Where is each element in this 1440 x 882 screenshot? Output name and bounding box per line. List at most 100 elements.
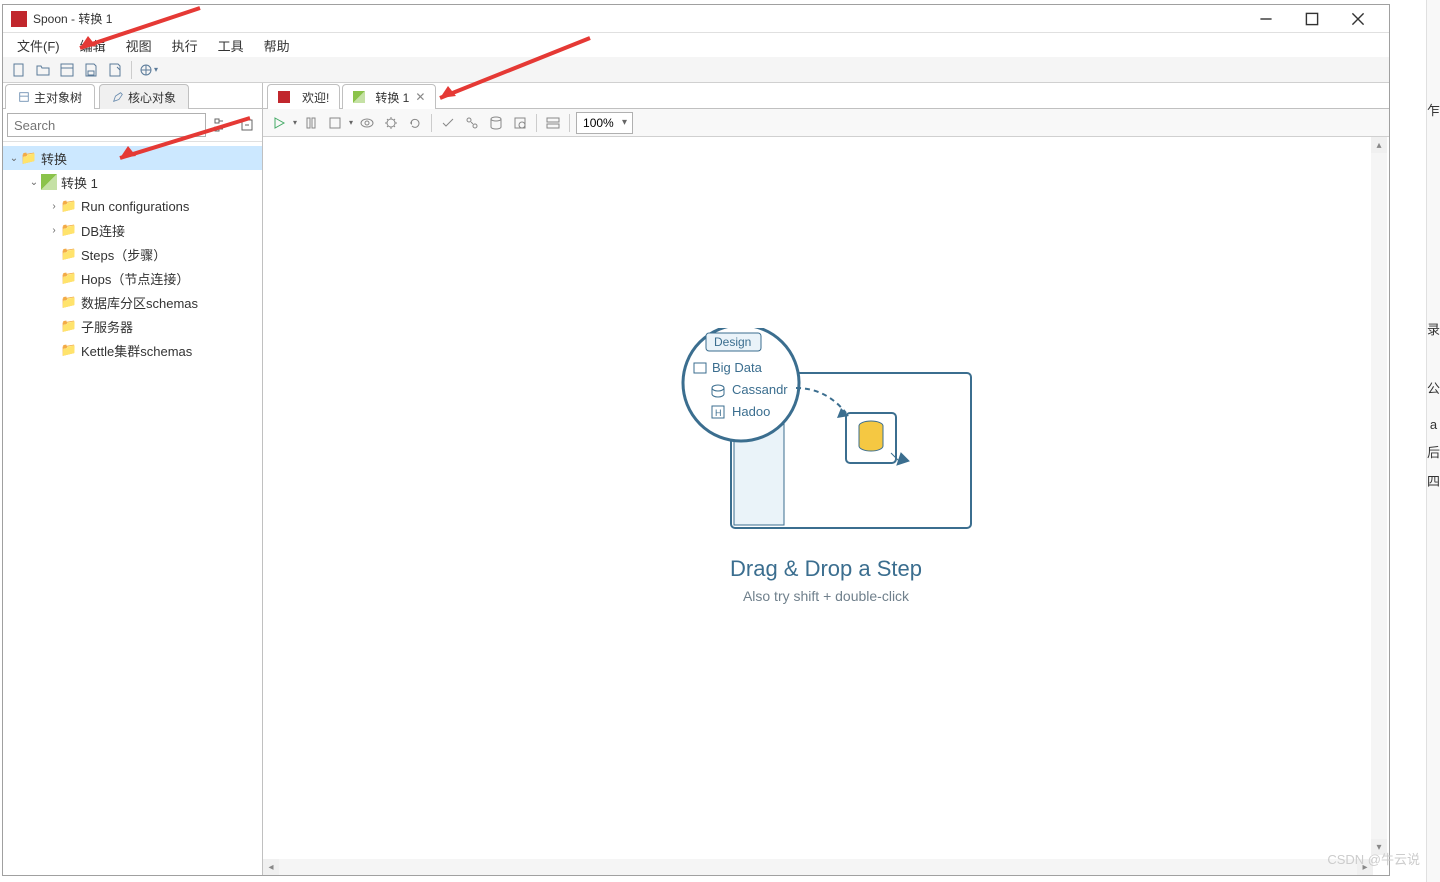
- tree-label: Steps（步骤）: [81, 245, 166, 264]
- run-icon[interactable]: [269, 113, 289, 133]
- toolbar-separator: [131, 61, 132, 79]
- tree-label: Kettle集群schemas: [81, 341, 192, 360]
- transformation-icon: [41, 174, 57, 190]
- tree-root-transformations[interactable]: ⌄ 📁 转换: [3, 146, 262, 170]
- tree-label: DB连接: [81, 221, 125, 240]
- chevron-right-icon[interactable]: ›: [47, 201, 61, 212]
- menu-run[interactable]: 执行: [164, 34, 206, 57]
- menu-file[interactable]: 文件(F): [9, 34, 68, 57]
- impact-icon[interactable]: [462, 113, 482, 133]
- transformation-icon: [353, 91, 365, 103]
- left-panel: 主对象树 核心对象 ⌄ 📁 转换 ⌄: [3, 83, 263, 875]
- folder-icon: 📁: [61, 270, 77, 286]
- pencil-icon: [112, 91, 124, 103]
- menu-tools[interactable]: 工具: [210, 34, 252, 57]
- tree-label: 数据库分区schemas: [81, 293, 198, 312]
- menu-help[interactable]: 帮助: [256, 34, 298, 57]
- stop-icon[interactable]: [325, 113, 345, 133]
- titlebar: Spoon - 转换 1: [3, 5, 1389, 33]
- sql-icon[interactable]: [486, 113, 506, 133]
- verify-icon[interactable]: [438, 113, 458, 133]
- tree-node-hops[interactable]: 📁 Hops（节点连接）: [3, 266, 262, 290]
- tree-node-transformation1[interactable]: ⌄ 转换 1: [3, 170, 262, 194]
- search-row: [3, 109, 262, 142]
- scroll-up-arrow[interactable]: ▴: [1371, 137, 1387, 153]
- vertical-scrollbar[interactable]: ▴ ▾: [1371, 137, 1387, 855]
- canvas-toolbar: ▾ ▾ 100%: [263, 109, 1389, 137]
- tree-node-run-config[interactable]: › 📁 Run configurations: [3, 194, 262, 218]
- menu-view[interactable]: 视图: [118, 34, 160, 57]
- zoom-select-wrap: 100%: [576, 112, 633, 134]
- open-folder-icon[interactable]: [33, 60, 53, 80]
- tab-welcome[interactable]: 欢迎!: [267, 84, 340, 109]
- chevron-right-icon[interactable]: ›: [47, 225, 61, 236]
- app-icon: [278, 91, 290, 103]
- tree-node-slave-servers[interactable]: 📁 子服务器: [3, 314, 262, 338]
- canvas[interactable]: Design Big Data Cassandr H Hadoo: [263, 137, 1389, 875]
- main-area: 主对象树 核心对象 ⌄ 📁 转换 ⌄: [3, 83, 1389, 875]
- search-input[interactable]: [7, 113, 206, 137]
- window-controls: [1243, 5, 1381, 33]
- replay-icon[interactable]: [405, 113, 425, 133]
- folder-icon: 📁: [61, 198, 77, 214]
- folder-icon: 📁: [61, 294, 77, 310]
- expand-all-icon[interactable]: [210, 114, 232, 136]
- folder-icon: 📁: [61, 222, 77, 238]
- tab-main-tree-label: 主对象树: [34, 89, 82, 106]
- app-window: Spoon - 转换 1 文件(F) 编辑 视图 执行 工具 帮助 ▾: [2, 4, 1390, 876]
- chevron-down-icon[interactable]: ⌄: [7, 153, 21, 164]
- pause-icon[interactable]: [301, 113, 321, 133]
- menubar: 文件(F) 编辑 视图 执行 工具 帮助: [3, 33, 1389, 57]
- tab-main-tree[interactable]: 主对象树: [5, 84, 95, 109]
- tree-root-label: 转换: [41, 149, 67, 168]
- debug-icon[interactable]: [381, 113, 401, 133]
- folder-icon: 📁: [61, 342, 77, 358]
- toolbar-separator: [431, 114, 432, 132]
- watermark: CSDN @牛云说: [1327, 849, 1420, 868]
- svg-text:Design: Design: [714, 335, 751, 349]
- chevron-down-icon[interactable]: ⌄: [27, 177, 41, 188]
- preview-icon[interactable]: [357, 113, 377, 133]
- top-toolbar: ▾: [3, 57, 1389, 83]
- new-file-icon[interactable]: [9, 60, 29, 80]
- object-tree[interactable]: ⌄ 📁 转换 ⌄ 转换 1 › 📁 Run configurations › 📁: [3, 142, 262, 875]
- window-title: Spoon - 转换 1: [33, 10, 1243, 27]
- tree-child-label: 转换 1: [61, 173, 98, 192]
- collapse-all-icon[interactable]: [236, 114, 258, 136]
- scroll-left-arrow[interactable]: ◂: [263, 859, 279, 875]
- folder-icon: 📁: [21, 150, 37, 166]
- canvas-placeholder: Design Big Data Cassandr H Hadoo: [676, 328, 976, 604]
- tree-node-db[interactable]: › 📁 DB连接: [3, 218, 262, 242]
- menu-edit[interactable]: 编辑: [72, 34, 114, 57]
- toolbar-separator: [536, 114, 537, 132]
- close-tab-icon[interactable]: ✕: [415, 90, 425, 104]
- minimize-button[interactable]: [1243, 5, 1289, 33]
- tree-node-steps[interactable]: 📁 Steps（步骤）: [3, 242, 262, 266]
- perspective-icon[interactable]: ▾: [138, 60, 158, 80]
- tab-trans-label: 转换 1: [375, 89, 409, 106]
- tab-core-objects[interactable]: 核心对象: [99, 84, 189, 109]
- save-icon[interactable]: [81, 60, 101, 80]
- tree-icon: [18, 91, 30, 103]
- canvas-subtitle: Also try shift + double-click: [676, 588, 976, 604]
- tree-label: Hops（节点连接）: [81, 269, 189, 288]
- save-as-icon[interactable]: [105, 60, 125, 80]
- editor-tabs: 欢迎! 转换 1 ✕: [263, 83, 1389, 109]
- tree-node-cluster-schemas[interactable]: 📁 Kettle集群schemas: [3, 338, 262, 362]
- maximize-button[interactable]: [1289, 5, 1335, 33]
- tab-transformation1[interactable]: 转换 1 ✕: [342, 84, 436, 109]
- svg-text:Hadoo: Hadoo: [732, 404, 770, 419]
- close-button[interactable]: [1335, 5, 1381, 33]
- tree-node-partition-schemas[interactable]: 📁 数据库分区schemas: [3, 290, 262, 314]
- show-results-icon[interactable]: [543, 113, 563, 133]
- zoom-select[interactable]: 100%: [576, 112, 633, 134]
- horizontal-scrollbar[interactable]: ◂ ▸: [263, 859, 1373, 875]
- explore-db-icon[interactable]: [510, 113, 530, 133]
- folder-icon: 📁: [61, 246, 77, 262]
- svg-text:Big Data: Big Data: [712, 360, 763, 375]
- left-tabs: 主对象树 核心对象: [3, 83, 262, 109]
- svg-text:Cassandr: Cassandr: [732, 382, 788, 397]
- tree-label: 子服务器: [81, 317, 133, 336]
- explore-icon[interactable]: [57, 60, 77, 80]
- svg-text:H: H: [715, 408, 722, 418]
